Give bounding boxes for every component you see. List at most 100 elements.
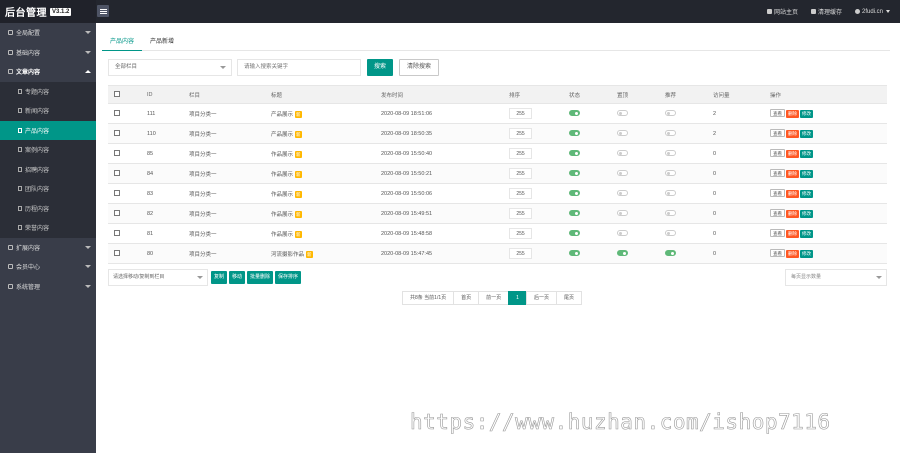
- row-select-cell[interactable]: [108, 103, 141, 124]
- title-link[interactable]: 作品展示: [271, 152, 293, 158]
- sidebar-sub-item-active[interactable]: 产品内容: [0, 120, 96, 140]
- header-select-all[interactable]: [108, 85, 141, 104]
- top-toggle[interactable]: [617, 110, 628, 117]
- delete-button[interactable]: 删除: [786, 170, 799, 178]
- view-button[interactable]: 查看: [770, 249, 785, 257]
- sidebar-sub-item[interactable]: 案例内容: [0, 140, 96, 160]
- edit-button[interactable]: 修改: [800, 210, 813, 218]
- view-button[interactable]: 查看: [770, 129, 785, 137]
- title-link[interactable]: 作品展示: [271, 232, 293, 238]
- title-link[interactable]: 产品展示: [271, 132, 293, 138]
- user-menu[interactable]: 2fudi.cn: [854, 9, 890, 15]
- sidebar-sub-item[interactable]: 新闻内容: [0, 101, 96, 121]
- delete-button[interactable]: 删除: [786, 110, 799, 118]
- row-select-cell[interactable]: [108, 243, 141, 264]
- top-toggle[interactable]: [617, 150, 628, 157]
- move-button[interactable]: 移动: [229, 271, 246, 284]
- edit-button[interactable]: 修改: [800, 230, 813, 238]
- row-checkbox[interactable]: [114, 250, 120, 257]
- status-toggle[interactable]: [569, 230, 580, 237]
- row-select-cell[interactable]: [108, 123, 141, 144]
- row-select-cell[interactable]: [108, 183, 141, 204]
- category-select[interactable]: 全部栏目: [108, 58, 232, 76]
- row-select-cell[interactable]: [108, 143, 141, 164]
- edit-button[interactable]: 修改: [800, 130, 813, 138]
- clear-search-button[interactable]: 清除搜索: [399, 58, 440, 76]
- save-sort-button[interactable]: 保存排序: [275, 271, 302, 284]
- row-checkbox[interactable]: [114, 130, 120, 137]
- sidebar-sub-item[interactable]: 历程内容: [0, 199, 96, 219]
- select-all-checkbox[interactable]: [114, 91, 120, 98]
- top-toggle[interactable]: [617, 130, 628, 137]
- top-toggle[interactable]: [617, 190, 628, 197]
- delete-button[interactable]: 删除: [786, 250, 799, 258]
- sort-input[interactable]: [509, 168, 532, 179]
- sidebar-sub-item[interactable]: 荣誉内容: [0, 218, 96, 238]
- sort-input[interactable]: [509, 208, 532, 219]
- sidebar-sub-item[interactable]: 团队内容: [0, 179, 96, 199]
- next-page-button[interactable]: 后一页: [525, 291, 557, 305]
- sidebar-item-system[interactable]: 系统管理: [0, 277, 96, 297]
- view-button[interactable]: 查看: [770, 109, 785, 117]
- tab-product-add[interactable]: 产品新增: [142, 35, 182, 51]
- top-toggle[interactable]: [617, 230, 628, 237]
- sidebar-item-extension[interactable]: 扩展内容: [0, 238, 96, 258]
- copy-button[interactable]: 复制: [211, 271, 228, 284]
- recommend-toggle[interactable]: [665, 250, 676, 257]
- delete-button[interactable]: 删除: [786, 130, 799, 138]
- recommend-toggle[interactable]: [665, 130, 676, 137]
- row-checkbox[interactable]: [114, 230, 120, 237]
- recommend-toggle[interactable]: [665, 230, 676, 237]
- row-select-cell[interactable]: [108, 223, 141, 244]
- search-button[interactable]: 搜索: [367, 58, 394, 76]
- status-toggle[interactable]: [569, 110, 580, 117]
- top-toggle[interactable]: [617, 250, 628, 257]
- sort-input[interactable]: [509, 248, 532, 259]
- view-button[interactable]: 查看: [770, 229, 785, 237]
- status-toggle[interactable]: [569, 150, 580, 157]
- logo[interactable]: 后台管理 V3.1.2: [0, 0, 96, 23]
- status-toggle[interactable]: [569, 210, 580, 217]
- row-checkbox[interactable]: [114, 170, 120, 177]
- last-page-button[interactable]: 尾页: [555, 291, 582, 305]
- title-link[interactable]: 河流摄影作品: [271, 252, 304, 258]
- sidebar-sub-item[interactable]: 招聘内容: [0, 160, 96, 180]
- row-checkbox[interactable]: [114, 150, 120, 157]
- title-link[interactable]: 作品展示: [271, 212, 293, 218]
- delete-button[interactable]: 删除: [786, 150, 799, 158]
- recommend-toggle[interactable]: [665, 110, 676, 117]
- title-link[interactable]: 作品展示: [271, 192, 293, 198]
- sort-input[interactable]: [509, 188, 532, 199]
- first-page-button[interactable]: 首页: [453, 291, 480, 305]
- top-toggle[interactable]: [617, 210, 628, 217]
- recommend-toggle[interactable]: [665, 190, 676, 197]
- sort-input[interactable]: [509, 128, 532, 139]
- edit-button[interactable]: 修改: [800, 250, 813, 258]
- sidebar-item-basic-content[interactable]: 基础内容: [0, 43, 96, 63]
- status-toggle[interactable]: [569, 250, 580, 257]
- top-toggle[interactable]: [617, 170, 628, 177]
- title-link[interactable]: 作品展示: [271, 172, 293, 178]
- recommend-toggle[interactable]: [665, 210, 676, 217]
- row-select-cell[interactable]: [108, 203, 141, 224]
- view-button[interactable]: 查看: [770, 209, 785, 217]
- clear-cache-link[interactable]: 清理缓存: [810, 7, 842, 16]
- sidebar-sub-item[interactable]: 专题内容: [0, 82, 96, 102]
- edit-button[interactable]: 修改: [800, 110, 813, 118]
- sidebar-item-member-center[interactable]: 会员中心: [0, 257, 96, 277]
- delete-button[interactable]: 删除: [786, 190, 799, 198]
- edit-button[interactable]: 修改: [800, 190, 813, 198]
- prev-page-button[interactable]: 前一页: [478, 291, 510, 305]
- row-checkbox[interactable]: [114, 110, 120, 117]
- sidebar-item-global-config[interactable]: 全局配置: [0, 23, 96, 43]
- sidebar-item-article-content[interactable]: 文章内容: [0, 62, 96, 82]
- tab-product-list[interactable]: 产品内容: [102, 35, 143, 51]
- delete-button[interactable]: 删除: [786, 230, 799, 238]
- recommend-toggle[interactable]: [665, 150, 676, 157]
- recommend-toggle[interactable]: [665, 170, 676, 177]
- home-link[interactable]: 网站主页: [766, 7, 798, 16]
- row-checkbox[interactable]: [114, 210, 120, 217]
- status-toggle[interactable]: [569, 190, 580, 197]
- sort-input[interactable]: [509, 148, 532, 159]
- sort-input[interactable]: [509, 108, 532, 119]
